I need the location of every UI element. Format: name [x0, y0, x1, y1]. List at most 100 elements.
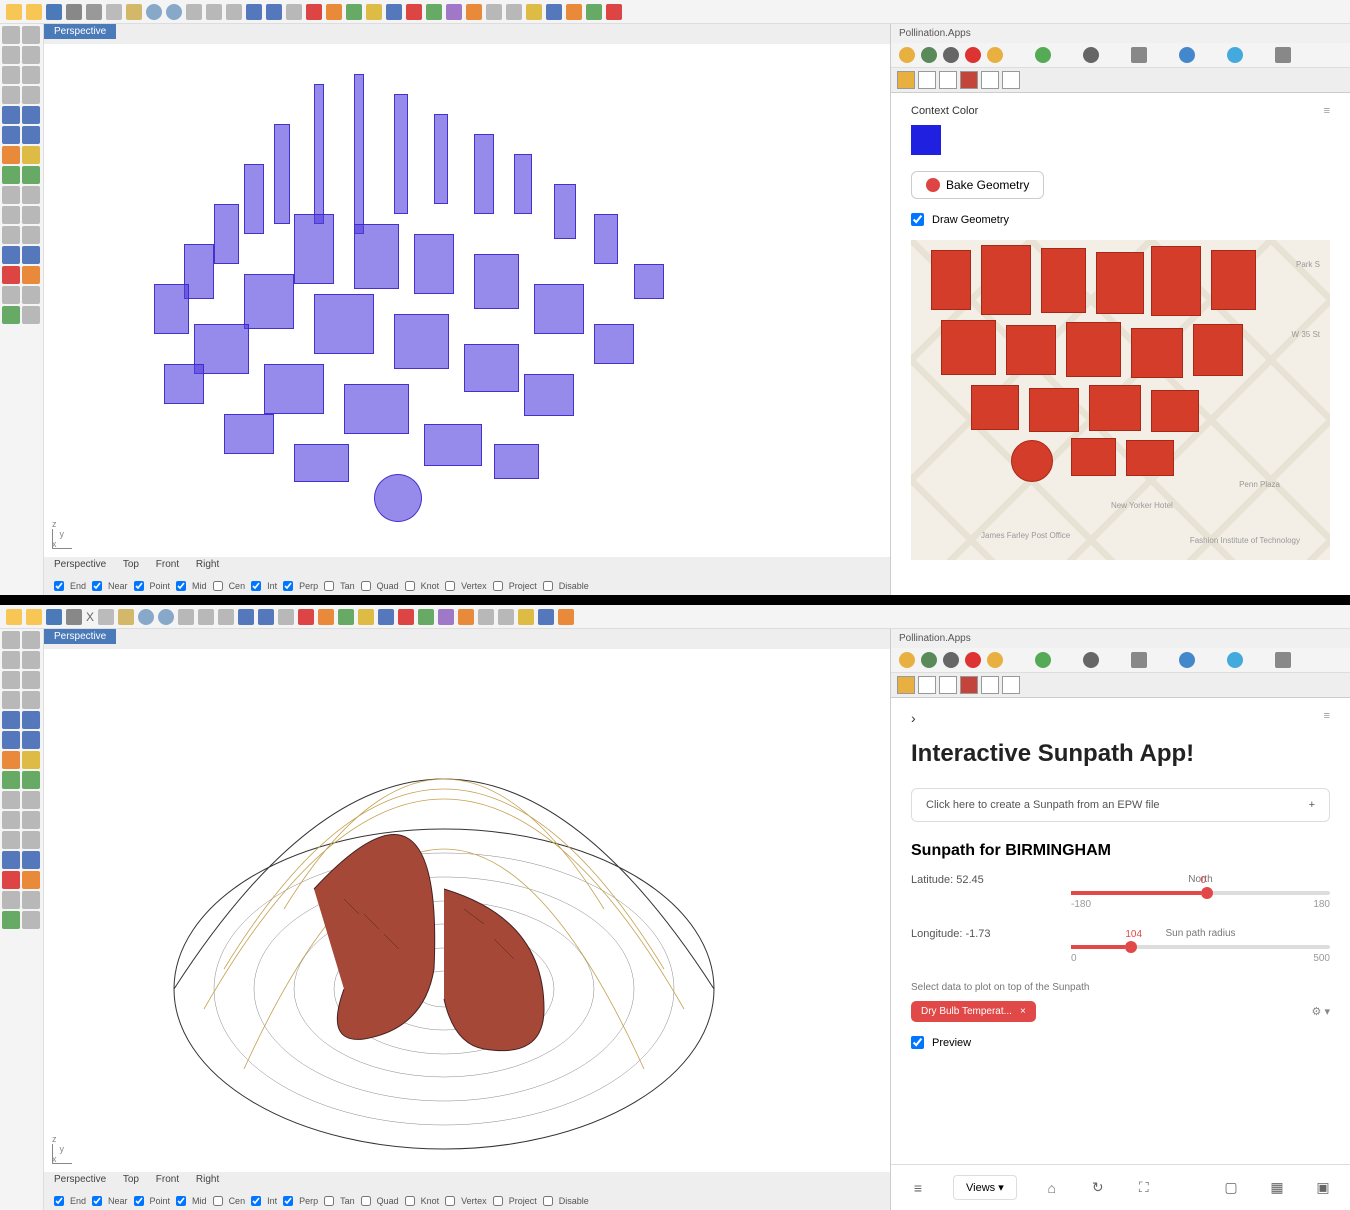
paste-icon[interactable]: [126, 4, 142, 20]
app-icon[interactable]: [1275, 47, 1291, 63]
refresh-icon[interactable]: [939, 71, 957, 89]
split-icon[interactable]: [22, 811, 40, 829]
app-icon[interactable]: [987, 652, 1003, 668]
snap-disable[interactable]: [543, 1196, 553, 1206]
tool-icon[interactable]: [498, 609, 514, 625]
tool-icon[interactable]: [186, 4, 202, 20]
app-icon[interactable]: [921, 652, 937, 668]
tool-icon[interactable]: [466, 4, 482, 20]
tool-icon[interactable]: [566, 4, 582, 20]
curve-icon[interactable]: [2, 46, 20, 64]
app-icon[interactable]: [899, 652, 915, 668]
chip-close-icon[interactable]: ×: [1020, 1006, 1026, 1017]
bake-geometry-button[interactable]: Bake Geometry: [911, 171, 1044, 199]
app-icon[interactable]: [1083, 47, 1099, 63]
box-icon[interactable]: [22, 711, 40, 729]
tool-icon[interactable]: [206, 4, 222, 20]
line-icon[interactable]: [22, 651, 40, 669]
redo-icon[interactable]: [158, 609, 174, 625]
map-preview[interactable]: Park S W 35 St Penn Plaza New Yorker Hot…: [911, 240, 1330, 560]
snap-near[interactable]: [92, 581, 102, 591]
redo-icon[interactable]: [166, 4, 182, 20]
tool-icon[interactable]: [318, 609, 334, 625]
join-icon[interactable]: [2, 226, 20, 244]
tool-icon[interactable]: [238, 609, 254, 625]
tool-icon[interactable]: [446, 4, 462, 20]
explode-icon[interactable]: [22, 831, 40, 849]
cylinder-icon[interactable]: [22, 126, 40, 144]
tool-icon[interactable]: [426, 4, 442, 20]
snap-cen[interactable]: [213, 581, 223, 591]
up-icon[interactable]: [981, 71, 999, 89]
app-icon[interactable]: [1179, 652, 1195, 668]
undo-icon[interactable]: [138, 609, 154, 625]
tool-icon[interactable]: [378, 609, 394, 625]
arc-icon[interactable]: [22, 86, 40, 104]
perspective-viewport[interactable]: z yx: [44, 44, 890, 557]
app-icon[interactable]: [965, 47, 981, 63]
app-icon[interactable]: [1131, 47, 1147, 63]
stop-icon[interactable]: [960, 676, 978, 694]
app-icon[interactable]: [1035, 47, 1051, 63]
sphere-icon[interactable]: [2, 731, 20, 749]
gear-icon[interactable]: [897, 71, 915, 89]
polyline-icon[interactable]: [2, 66, 20, 84]
app-icon[interactable]: [899, 47, 915, 63]
tool-icon[interactable]: [558, 609, 574, 625]
tool-icon[interactable]: [406, 4, 422, 20]
draw-geometry-checkbox[interactable]: [911, 213, 924, 226]
app-icon[interactable]: [921, 47, 937, 63]
select-icon[interactable]: [2, 631, 20, 649]
trim-icon[interactable]: [2, 811, 20, 829]
snap-knot[interactable]: [405, 1196, 415, 1206]
tool-icon[interactable]: [546, 4, 562, 20]
tool-icon[interactable]: [306, 4, 322, 20]
app-icon[interactable]: [1083, 652, 1099, 668]
text-icon[interactable]: [22, 286, 40, 304]
extrude-icon[interactable]: [2, 246, 20, 264]
rotate-icon[interactable]: [22, 771, 40, 789]
snap-vertex[interactable]: [445, 1196, 455, 1206]
viewport-label[interactable]: Perspective: [44, 629, 116, 644]
north-slider[interactable]: 0: [1071, 891, 1330, 895]
tab-front[interactable]: Front: [156, 1174, 179, 1185]
explode-icon[interactable]: [22, 226, 40, 244]
tool-icon[interactable]: [586, 4, 602, 20]
cut-icon[interactable]: [86, 4, 102, 20]
color-swatch[interactable]: [911, 125, 941, 155]
surface-icon[interactable]: [2, 106, 20, 124]
move-icon[interactable]: [2, 166, 20, 184]
undo-icon[interactable]: [146, 4, 162, 20]
snap-quad[interactable]: [361, 1196, 371, 1206]
tool-icon[interactable]: [338, 609, 354, 625]
join-icon[interactable]: [2, 831, 20, 849]
rect-icon[interactable]: [22, 66, 40, 84]
fillet-icon[interactable]: [22, 871, 40, 889]
tool-icon[interactable]: [258, 609, 274, 625]
tool-icon[interactable]: [526, 4, 542, 20]
down-icon[interactable]: [1002, 676, 1020, 694]
snap-int[interactable]: [251, 1196, 261, 1206]
preview-checkbox[interactable]: [911, 1036, 924, 1049]
copy-icon[interactable]: [106, 4, 122, 20]
tab-perspective[interactable]: Perspective: [54, 1174, 106, 1185]
rotate-icon[interactable]: [22, 166, 40, 184]
circle-icon[interactable]: [2, 691, 20, 709]
snap-end[interactable]: [54, 1196, 64, 1206]
tool-icon[interactable]: [518, 609, 534, 625]
snap-quad[interactable]: [361, 581, 371, 591]
open-icon[interactable]: [26, 609, 42, 625]
home-icon[interactable]: [918, 676, 936, 694]
app-icon[interactable]: [1227, 652, 1243, 668]
epw-expander[interactable]: Click here to create a Sunpath from an E…: [911, 788, 1330, 822]
tool-icon[interactable]: [478, 609, 494, 625]
hide-icon[interactable]: [22, 306, 40, 324]
app-icon[interactable]: [1275, 652, 1291, 668]
gear-icon[interactable]: [897, 676, 915, 694]
grid-icon[interactable]: ▦: [1266, 1177, 1288, 1199]
snap-point[interactable]: [134, 581, 144, 591]
tab-top[interactable]: Top: [123, 1174, 139, 1185]
radius-slider[interactable]: 104: [1071, 945, 1330, 949]
tool-icon[interactable]: [606, 4, 622, 20]
snap-point[interactable]: [134, 1196, 144, 1206]
